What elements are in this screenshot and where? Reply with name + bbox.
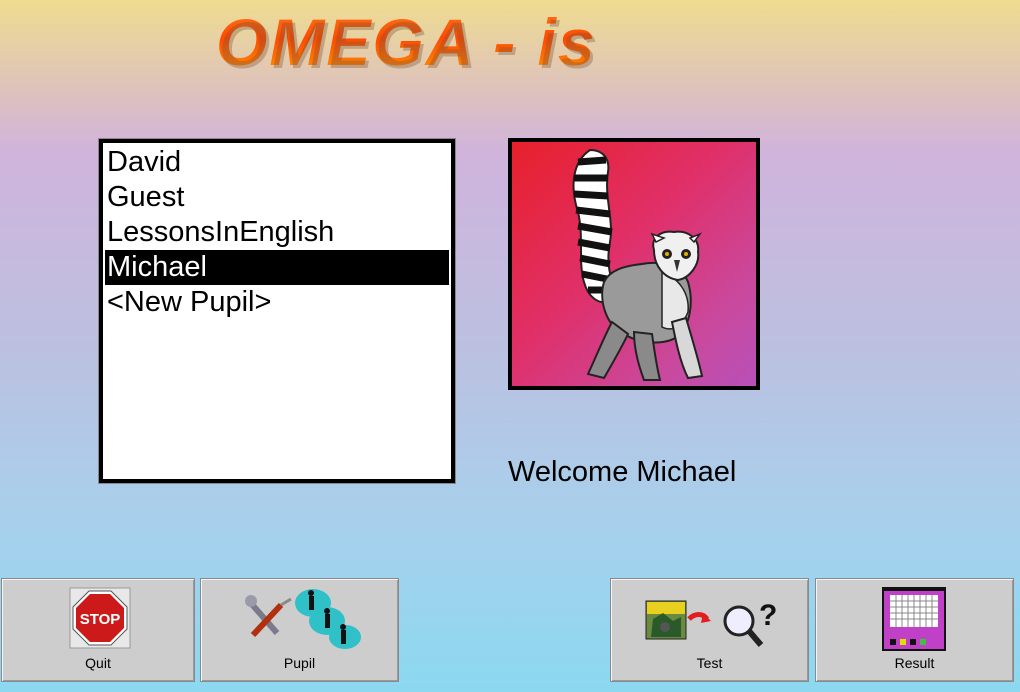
quit-label: Quit bbox=[85, 655, 111, 671]
pupil-list-item[interactable]: Guest bbox=[105, 180, 449, 215]
results-grid-icon bbox=[882, 587, 946, 651]
picture-to-magnifier-icon: ? bbox=[645, 599, 777, 647]
app-title: OMEGA - is bbox=[216, 4, 676, 84]
result-label: Result bbox=[894, 655, 935, 671]
svg-text:STOP: STOP bbox=[80, 611, 121, 628]
lemur-icon bbox=[572, 148, 704, 381]
pupil-list-item[interactable]: LessonsInEnglish bbox=[105, 215, 449, 250]
pupil-list-item-selected[interactable]: Michael bbox=[105, 250, 449, 285]
app-title-text: OMEGA - is bbox=[216, 5, 597, 79]
pupil-avatar bbox=[508, 138, 760, 390]
tools-and-people-icon bbox=[245, 589, 361, 649]
result-button[interactable]: Result bbox=[815, 578, 1014, 682]
stop-sign-icon: STOP bbox=[69, 587, 131, 649]
test-button[interactable]: ? Test bbox=[610, 578, 809, 682]
pupil-label: Pupil bbox=[283, 655, 316, 671]
svg-text:?: ? bbox=[759, 599, 777, 632]
test-label: Test bbox=[696, 655, 723, 671]
quit-button[interactable]: STOP Quit bbox=[1, 578, 195, 682]
pupil-list-item[interactable]: David bbox=[105, 145, 449, 180]
welcome-message: Welcome Michael bbox=[508, 456, 737, 488]
pupil-button[interactable]: Pupil bbox=[200, 578, 399, 682]
new-pupil-item[interactable]: <New Pupil> bbox=[105, 285, 449, 320]
pupil-list[interactable]: David Guest LessonsInEnglish Michael <Ne… bbox=[98, 138, 456, 484]
